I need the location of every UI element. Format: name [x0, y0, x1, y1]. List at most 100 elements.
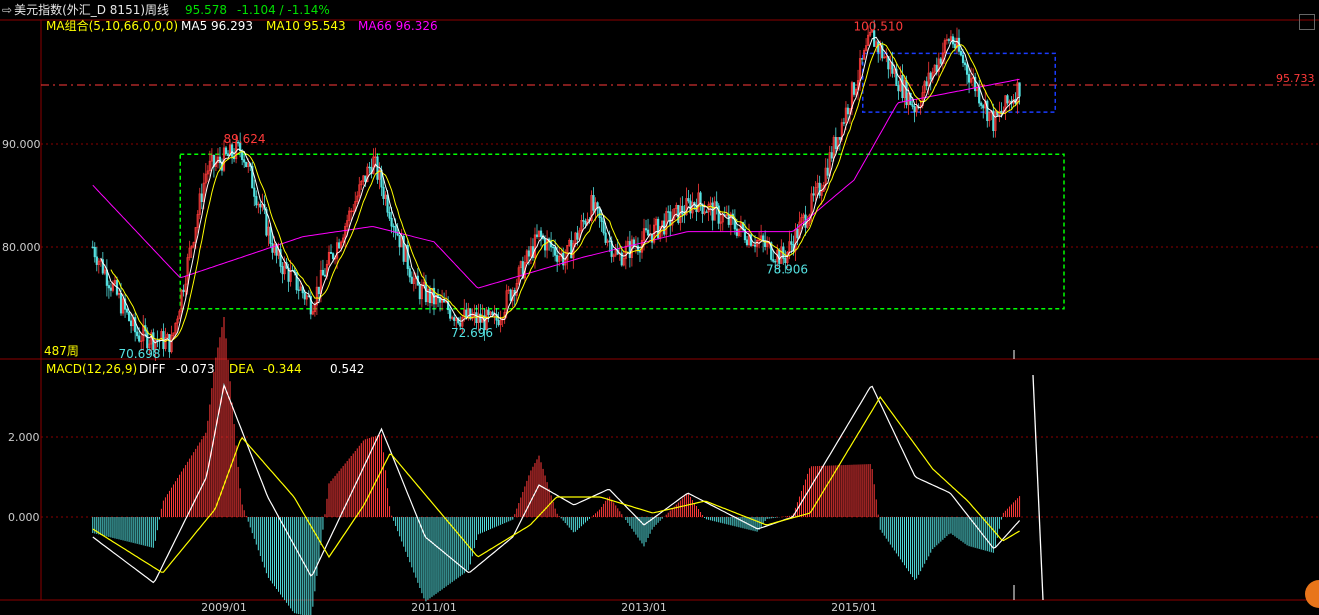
- candle: [384, 191, 387, 206]
- candle: [127, 311, 131, 322]
- candle-body: [136, 331, 139, 337]
- price-annotation: 78.906: [766, 262, 808, 276]
- candle: [800, 213, 803, 230]
- candle-body: [953, 43, 957, 48]
- candle-body: [392, 225, 395, 228]
- candle-body: [830, 152, 833, 159]
- candle: [661, 220, 664, 237]
- candle: [226, 150, 230, 157]
- candle: [499, 310, 502, 333]
- candle: [309, 290, 312, 320]
- chart-canvas: 90.000 80.000 2.000 0.000 2009/01 2011/0…: [0, 18, 1319, 615]
- candle: [517, 265, 520, 286]
- candle-body: [897, 85, 900, 92]
- candle: [667, 205, 670, 222]
- candle-body: [130, 320, 133, 327]
- candle: [519, 260, 522, 278]
- candle: [558, 246, 561, 267]
- candle: [416, 268, 419, 286]
- candle: [986, 99, 989, 128]
- candle-body: [584, 220, 587, 225]
- candle: [931, 67, 934, 84]
- candle: [717, 203, 720, 230]
- candle: [552, 244, 555, 257]
- panel-toggle-icon[interactable]: [1299, 14, 1315, 30]
- candle: [974, 72, 977, 97]
- candle: [626, 236, 629, 247]
- candle: [253, 179, 256, 207]
- candle: [109, 283, 113, 297]
- candle: [955, 27, 959, 54]
- candle: [362, 175, 365, 186]
- candle: [545, 230, 549, 259]
- candle: [537, 230, 541, 241]
- x-tick-label: 2015/01: [831, 601, 877, 614]
- macd-dea-value: -0.344: [263, 362, 302, 376]
- candle: [257, 201, 260, 214]
- candle-body: [860, 58, 864, 60]
- candle-body: [852, 82, 856, 95]
- candle-body: [1000, 110, 1003, 114]
- candle: [125, 307, 129, 315]
- price-annotation: 89.624: [224, 132, 266, 146]
- candle-body: [230, 144, 234, 157]
- candle: [762, 233, 765, 253]
- candle: [192, 241, 195, 249]
- period-count: 487周: [44, 344, 79, 358]
- candle: [883, 53, 886, 59]
- candle-body: [109, 287, 113, 291]
- candle-body: [243, 159, 246, 163]
- candle-body: [790, 241, 793, 245]
- y-tick-label: 80.000: [2, 241, 41, 254]
- candle-body: [812, 193, 815, 196]
- candle: [673, 208, 676, 221]
- candle: [134, 312, 137, 342]
- candle: [188, 240, 191, 261]
- candle-body: [929, 72, 932, 80]
- candle: [852, 82, 856, 97]
- candle-body: [376, 156, 379, 180]
- candle: [507, 285, 510, 295]
- candle-body: [535, 234, 539, 237]
- candle: [495, 308, 498, 328]
- candle: [426, 285, 430, 307]
- back-arrow-icon[interactable]: ⇨: [2, 3, 12, 17]
- candle-body: [331, 253, 335, 260]
- candle: [939, 57, 942, 65]
- candle: [447, 296, 450, 315]
- candle-body: [735, 228, 738, 236]
- candle: [388, 206, 391, 221]
- candle: [547, 237, 551, 251]
- candle-body: [677, 204, 680, 223]
- candle: [206, 165, 209, 182]
- candle-body: [428, 288, 432, 304]
- candle-body: [982, 105, 985, 109]
- candle-body: [745, 239, 749, 246]
- candle-body: [939, 58, 942, 64]
- macd-y-tick-label: 0.000: [8, 511, 40, 524]
- candle: [342, 234, 345, 244]
- candle-body: [200, 193, 203, 202]
- candle-body: [487, 309, 490, 316]
- candle-body: [959, 51, 963, 56]
- candle: [321, 259, 325, 276]
- candle-body: [646, 229, 650, 236]
- candle: [988, 111, 991, 127]
- candle: [168, 334, 171, 358]
- candle: [218, 147, 222, 171]
- candle-body: [576, 232, 579, 240]
- candle: [943, 38, 946, 64]
- candle: [1006, 93, 1009, 106]
- candle-body: [408, 268, 411, 278]
- candle-body: [667, 211, 670, 213]
- candle: [451, 315, 454, 321]
- candle: [972, 68, 975, 89]
- candle: [945, 34, 948, 45]
- macd-diff-label: DIFF: [139, 362, 166, 376]
- candle-body: [592, 195, 595, 211]
- candle: [598, 207, 601, 228]
- candle: [97, 257, 100, 274]
- candle: [865, 38, 868, 52]
- candle: [216, 148, 220, 169]
- candle-body: [687, 198, 690, 202]
